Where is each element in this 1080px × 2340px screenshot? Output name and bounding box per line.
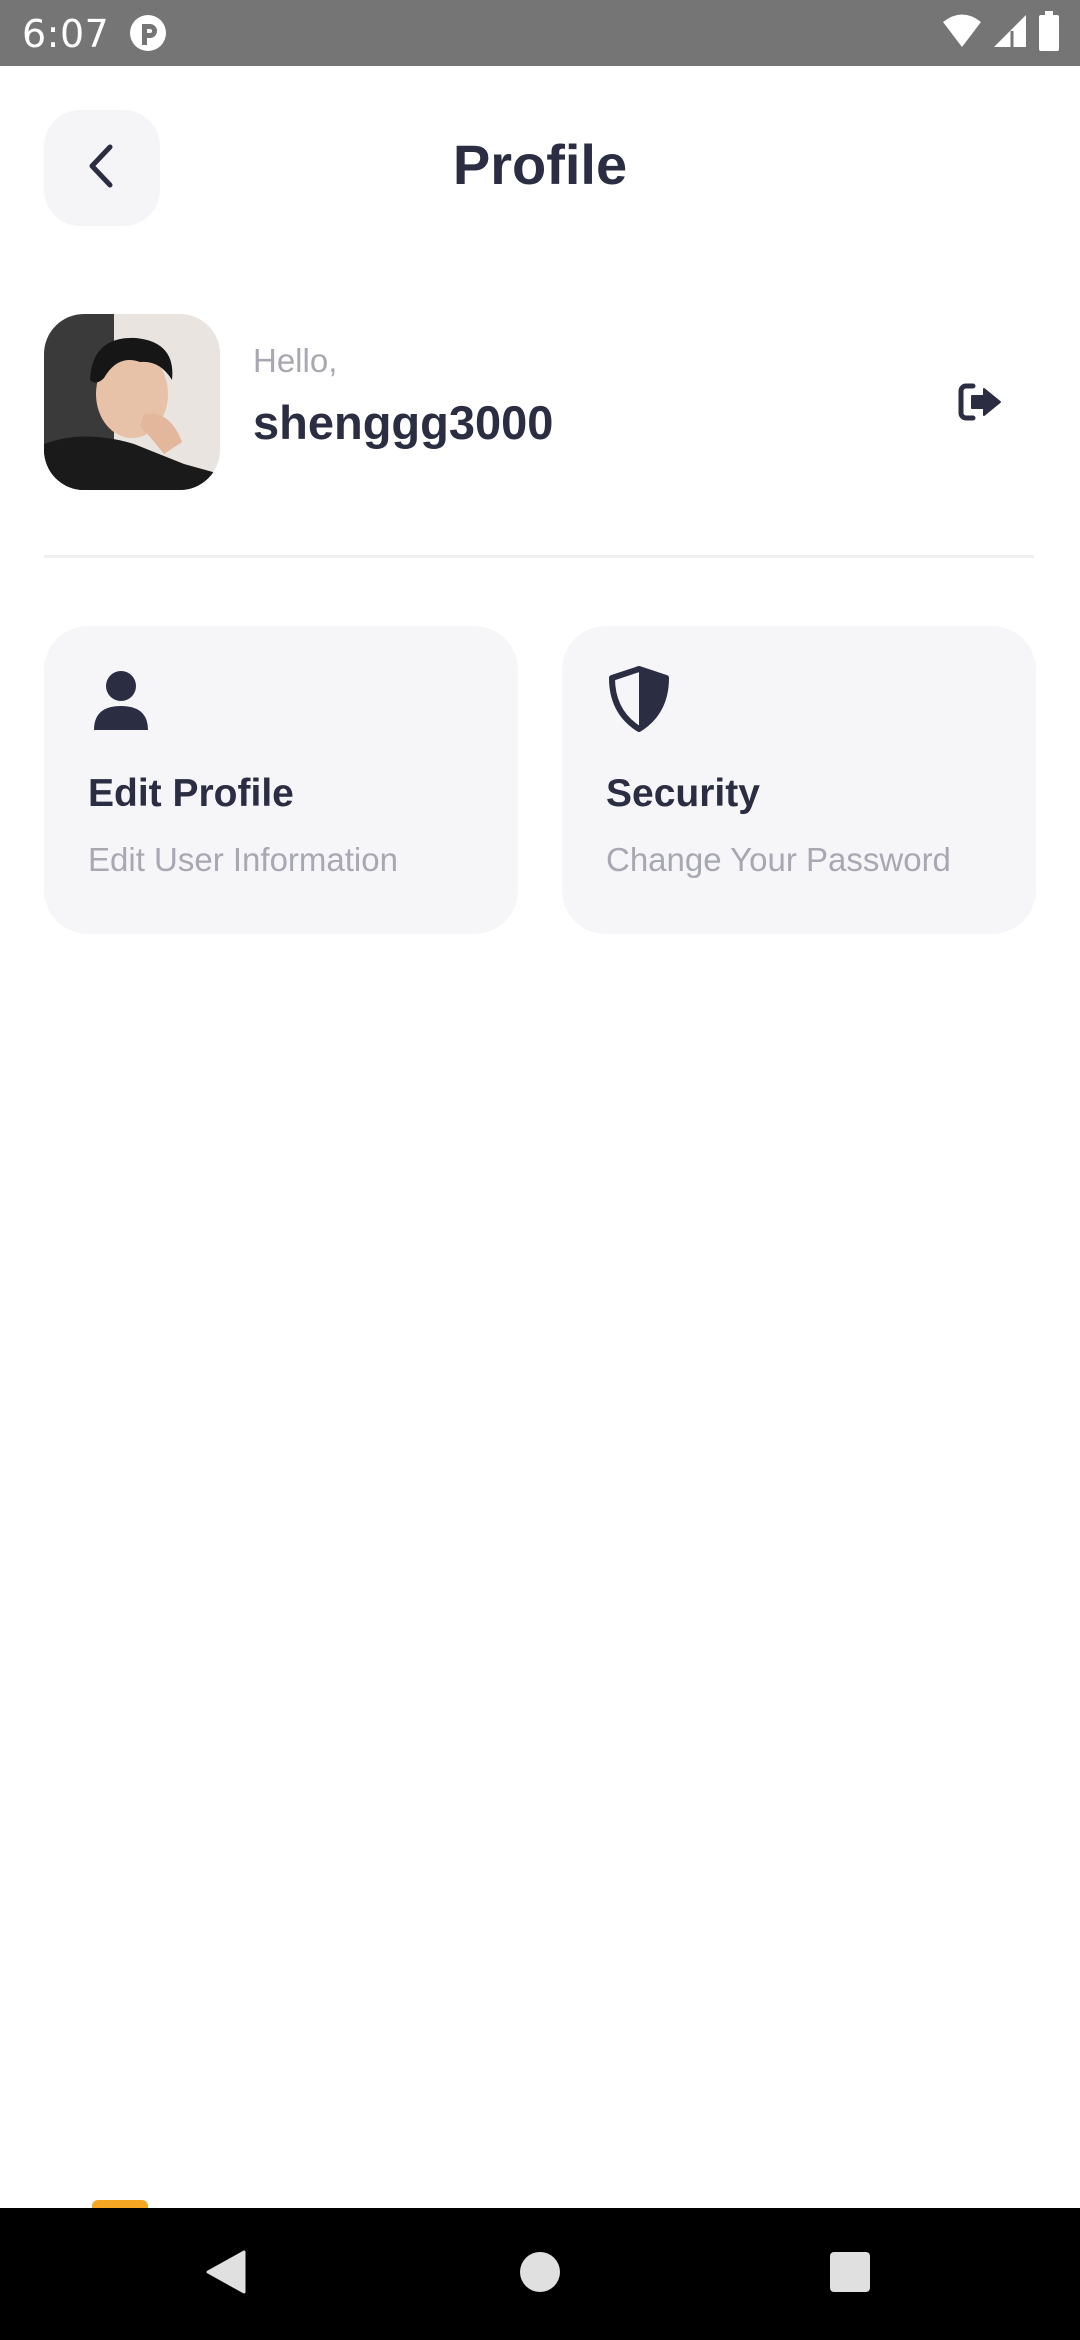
status-icons bbox=[942, 10, 1060, 56]
home-circle-icon bbox=[518, 2250, 562, 2299]
card-title: Edit Profile bbox=[88, 772, 294, 815]
status-bar: 6:07 bbox=[0, 0, 1080, 66]
nav-home-button[interactable] bbox=[480, 2208, 600, 2340]
cellular-signal-icon bbox=[992, 13, 1028, 54]
recents-square-icon bbox=[828, 2250, 872, 2299]
username: shenggg3000 bbox=[253, 396, 554, 449]
shield-icon bbox=[606, 666, 672, 732]
logout-button[interactable] bbox=[950, 374, 1010, 434]
back-triangle-icon bbox=[204, 2248, 248, 2301]
edit-profile-card[interactable]: Edit Profile Edit User Information bbox=[44, 626, 518, 934]
greeting-label: Hello, bbox=[253, 342, 338, 379]
avatar[interactable] bbox=[44, 314, 220, 490]
wifi-icon bbox=[942, 13, 982, 54]
card-title: Security bbox=[606, 772, 760, 815]
divider bbox=[44, 555, 1034, 558]
system-navigation-bar bbox=[0, 2208, 1080, 2340]
nav-back-button[interactable] bbox=[166, 2208, 286, 2340]
bottom-sheet-peek bbox=[92, 2200, 148, 2208]
security-card[interactable]: Security Change Your Password bbox=[562, 626, 1036, 934]
card-subtitle: Change Your Password bbox=[606, 841, 951, 878]
app-notification-icon bbox=[128, 13, 168, 53]
logout-icon bbox=[956, 381, 1004, 428]
user-icon bbox=[88, 666, 154, 732]
page-title: Profile bbox=[452, 133, 628, 196]
card-subtitle: Edit User Information bbox=[88, 841, 398, 878]
nav-recents-button[interactable] bbox=[790, 2208, 910, 2340]
status-time: 6:07 bbox=[22, 12, 110, 56]
battery-icon bbox=[1038, 10, 1060, 56]
